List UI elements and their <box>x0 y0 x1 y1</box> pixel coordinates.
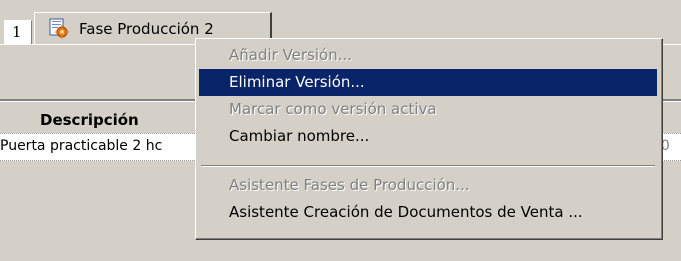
menu-item-eliminar-version[interactable]: Eliminar Versión... <box>199 69 657 96</box>
gear-document-icon <box>47 17 69 39</box>
tab-1-label: 1 <box>12 23 22 41</box>
menu-item-anadir-version[interactable]: Añadir Versión... <box>199 42 657 69</box>
context-menu: Añadir Versión... Eliminar Versión... Ma… <box>195 38 663 240</box>
menu-item-cambiar-nombre[interactable]: Cambiar nombre... <box>199 123 657 150</box>
cell-description: Puerta practicable 2 hc <box>0 138 163 154</box>
menu-item-asistente-documentos-venta[interactable]: Asistente Creación de Documentos de Vent… <box>199 199 657 226</box>
menu-item-marcar-version-activa[interactable]: Marcar como versión activa <box>199 96 657 123</box>
tab-1[interactable]: 1 <box>4 20 32 44</box>
menu-item-asistente-fases[interactable]: Asistente Fases de Producción... <box>199 172 657 199</box>
menu-separator <box>201 165 655 167</box>
tab-label: Fase Producción 2 <box>79 20 214 38</box>
column-header-descripcion[interactable]: Descripción <box>40 111 139 129</box>
